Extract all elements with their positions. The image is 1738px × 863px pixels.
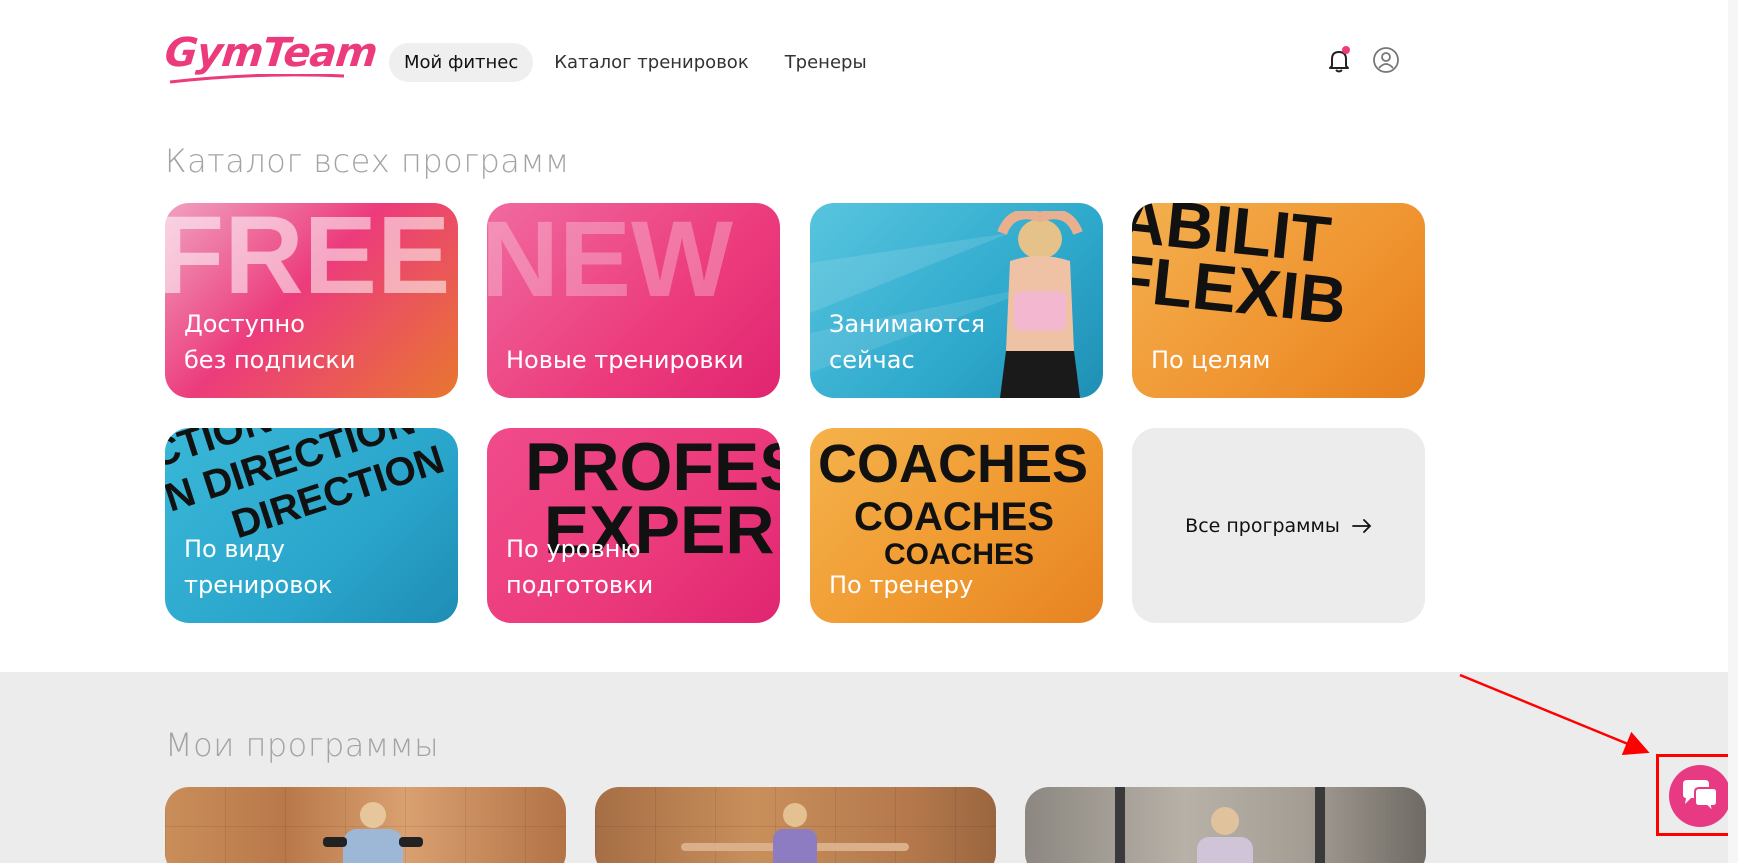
card-label: По виду тренировок [184, 535, 333, 599]
nav-catalog[interactable]: Каталог тренировок [539, 43, 763, 82]
logo-swoosh [169, 74, 345, 84]
gym-background [1115, 787, 1325, 863]
card-label: По тренеру [829, 571, 974, 599]
card-goals[interactable]: ABILIT FLEXIB По целям [1132, 203, 1425, 398]
page-scrollbar[interactable] [1728, 0, 1738, 863]
card-new[interactable]: NEW Новые тренировки [487, 203, 780, 398]
my-programs-title: Мои программы [165, 726, 440, 764]
nav-trainers[interactable]: Тренеры [770, 43, 882, 82]
annotation-arrow [1459, 673, 1650, 755]
card-type[interactable]: CTION DIRN DIRECTION DI DIRECTION По вид… [165, 428, 458, 623]
catalog-title: Каталог всех программ [165, 142, 570, 180]
card-label: Занимаются сейчас [829, 310, 986, 374]
card-bg-text: COACHES [854, 495, 1055, 539]
nav-my-fitness[interactable]: Мой фитнес [389, 43, 534, 82]
card-bg-text: NEW [487, 203, 733, 319]
card-bg-text: FREE [165, 203, 451, 317]
athlete-photo [323, 802, 423, 863]
user-icon[interactable] [1372, 46, 1400, 74]
all-programs-card[interactable]: Все программы [1132, 428, 1425, 623]
program-thumbnail[interactable] [165, 787, 566, 863]
card-free[interactable]: FREE Доступно без подписки [165, 203, 458, 398]
main-nav: Мой фитнес Каталог тренировок Тренеры [389, 43, 882, 82]
notification-dot [1342, 46, 1350, 54]
chat-button[interactable] [1669, 765, 1731, 827]
all-programs-label: Все программы [1185, 514, 1340, 537]
athlete-photo [997, 211, 1083, 398]
bell-icon[interactable] [1325, 46, 1353, 74]
program-thumbnail[interactable] [1025, 787, 1426, 863]
card-now[interactable]: Занимаются сейчас [810, 203, 1103, 398]
card-bg-text: ABILIT FLEXIB [1132, 203, 1351, 339]
card-bg-text: COACHES [818, 434, 1089, 494]
card-bg-text: COACHES [884, 538, 1035, 571]
page: GymTeam Мой фитнес Каталог тренировок Тр… [0, 0, 1738, 863]
card-label: По уровню подготовки [506, 535, 654, 599]
card-label: Новые тренировки [506, 346, 744, 374]
card-coach[interactable]: COACHES COACHES COACHES По тренеру [810, 428, 1103, 623]
card-label: Доступно без подписки [184, 310, 356, 374]
card-label: По целям [1151, 346, 1271, 374]
athlete-photo [681, 803, 909, 863]
chat-icon [1683, 780, 1718, 814]
card-level[interactable]: PROFES EXPER По уровню подготовки [487, 428, 780, 623]
gymteam-logo[interactable]: GymTeam [163, 30, 379, 76]
program-thumbnail[interactable] [595, 787, 996, 863]
arrow-right-icon [1351, 518, 1372, 533]
